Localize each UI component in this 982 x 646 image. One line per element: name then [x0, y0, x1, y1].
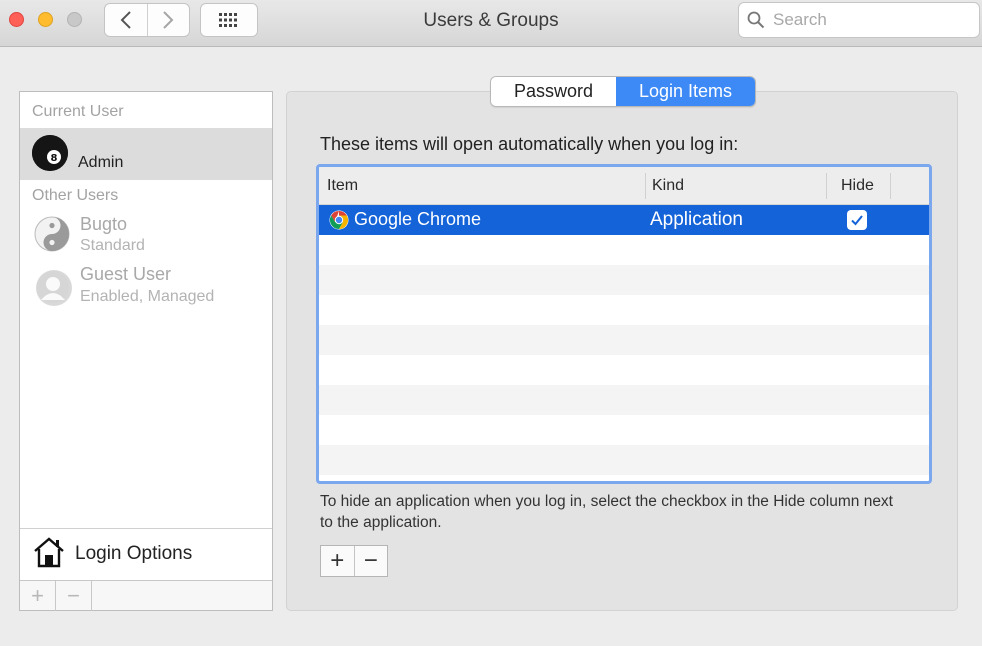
table-row — [319, 385, 929, 415]
table-row — [319, 325, 929, 355]
checkmark-icon — [851, 215, 863, 226]
window-titlebar: Users & Groups — [0, 0, 982, 47]
users-sidebar: Current User 8 Admin Other Users Bugto S… — [19, 91, 273, 611]
column-divider — [645, 173, 646, 199]
tab-password[interactable]: Password — [491, 77, 616, 106]
user-item-bugto[interactable]: Bugto Standard — [20, 212, 272, 260]
search-icon — [747, 11, 765, 29]
hide-checkbox[interactable] — [847, 210, 867, 230]
table-row — [319, 265, 929, 295]
table-row[interactable]: Google Chrome Application — [319, 205, 929, 235]
login-items-intro: These items will open automatically when… — [320, 134, 739, 154]
user-role: Enabled, Managed — [80, 288, 215, 305]
current-user-header: Current User — [32, 103, 124, 120]
user-name: Guest User — [80, 264, 172, 284]
login-items-table[interactable]: Item Kind Hide Google Chrome Application — [316, 164, 932, 484]
table-header: Item Kind Hide — [319, 167, 929, 205]
house-icon — [34, 537, 64, 568]
user-name: Admin — [78, 154, 124, 171]
login-options-label: Login Options — [75, 543, 193, 564]
column-header-item[interactable]: Item — [327, 177, 358, 195]
table-row — [319, 295, 929, 325]
search-field[interactable] — [738, 2, 980, 38]
login-options-item[interactable]: Login Options — [20, 528, 272, 580]
user-item-admin[interactable]: 8 Admin — [20, 128, 272, 180]
column-divider — [826, 173, 827, 199]
item-kind: Application — [650, 209, 743, 230]
eight-ball-avatar: 8 — [32, 135, 68, 171]
yin-yang-avatar — [34, 216, 70, 252]
table-row — [319, 235, 929, 265]
search-input[interactable] — [771, 9, 971, 31]
column-divider — [890, 173, 891, 199]
column-header-hide[interactable]: Hide — [841, 177, 874, 195]
column-header-kind[interactable]: Kind — [652, 177, 684, 195]
chrome-icon — [329, 210, 349, 230]
user-name: Bugto — [80, 214, 128, 234]
table-row — [319, 415, 929, 445]
add-user-button[interactable]: + — [20, 581, 56, 611]
remove-login-item-button[interactable]: − — [353, 546, 388, 576]
remove-user-button[interactable]: − — [56, 581, 92, 611]
tab-login-items[interactable]: Login Items — [616, 77, 755, 106]
sidebar-footer: + − — [20, 580, 272, 611]
table-row — [319, 355, 929, 385]
user-item-guest[interactable]: Guest User Enabled, Managed — [20, 262, 272, 312]
person-silhouette-avatar — [36, 270, 72, 306]
help-text: To hide an application when you log in, … — [320, 493, 893, 531]
add-remove-controls: + − — [320, 545, 388, 577]
add-login-item-button[interactable]: + — [321, 546, 354, 576]
item-name: Google Chrome — [354, 209, 482, 229]
user-role: Standard — [80, 237, 145, 254]
other-users-header: Other Users — [32, 187, 119, 204]
table-row — [319, 445, 929, 475]
tab-bar: Password Login Items — [490, 76, 756, 107]
svg-text:8: 8 — [51, 153, 58, 164]
